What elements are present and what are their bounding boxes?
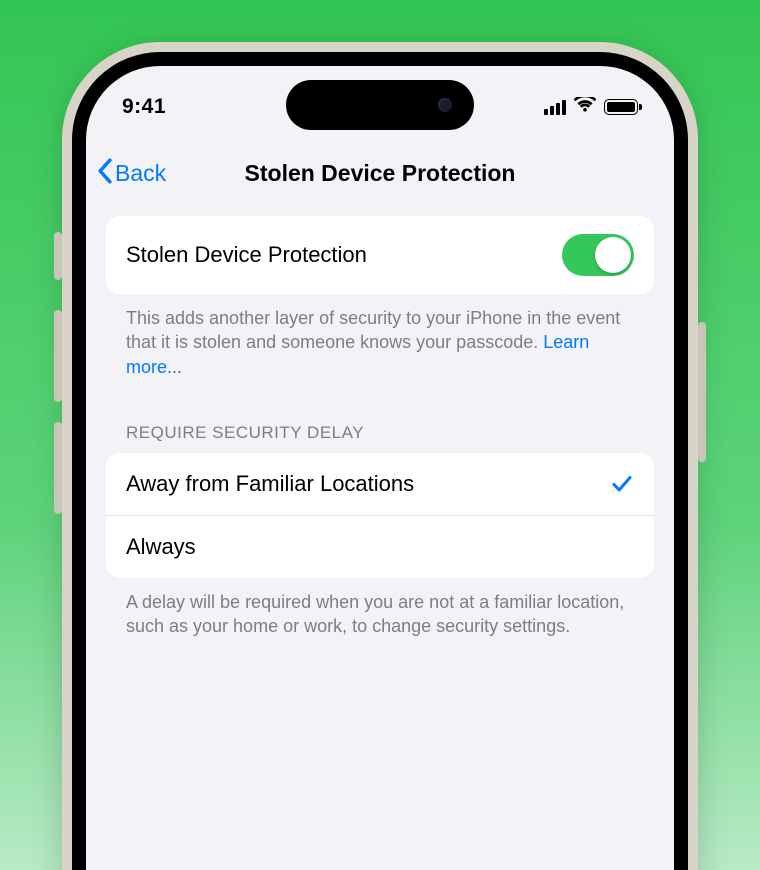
- delay-options-group: Away from Familiar Locations Always: [106, 453, 654, 578]
- nav-bar: Back Stolen Device Protection: [86, 146, 674, 202]
- cellular-signal-icon: [544, 99, 566, 115]
- wifi-icon: [574, 97, 596, 118]
- volume-up-button: [54, 310, 62, 402]
- screen: 9:41 Back Stolen Devic: [86, 66, 674, 870]
- delay-option-label: Away from Familiar Locations: [126, 471, 414, 497]
- battery-icon: [604, 99, 638, 115]
- delay-footer: A delay will be required when you are no…: [106, 578, 654, 639]
- delay-option-away[interactable]: Away from Familiar Locations: [106, 453, 654, 515]
- status-time: 9:41: [122, 95, 166, 119]
- delay-option-always[interactable]: Always: [106, 515, 654, 578]
- phone-frame: 9:41 Back Stolen Devic: [72, 52, 688, 870]
- back-label: Back: [115, 160, 166, 187]
- checkmark-icon: [610, 472, 634, 496]
- protection-toggle-group: Stolen Device Protection: [106, 216, 654, 294]
- protection-toggle-label: Stolen Device Protection: [126, 242, 367, 268]
- mute-switch: [54, 232, 62, 280]
- protection-toggle[interactable]: [562, 234, 634, 276]
- content: Stolen Device Protection This adds anoth…: [86, 216, 674, 638]
- page-title: Stolen Device Protection: [245, 160, 516, 187]
- back-button[interactable]: Back: [96, 158, 166, 190]
- delay-section-header: REQUIRE SECURITY DELAY: [106, 423, 654, 453]
- volume-down-button: [54, 422, 62, 514]
- chevron-left-icon: [96, 158, 113, 190]
- side-button: [698, 322, 706, 462]
- delay-option-label: Always: [126, 534, 196, 560]
- dynamic-island: [286, 80, 474, 130]
- protection-footer: This adds another layer of security to y…: [106, 294, 654, 379]
- protection-toggle-row[interactable]: Stolen Device Protection: [106, 216, 654, 294]
